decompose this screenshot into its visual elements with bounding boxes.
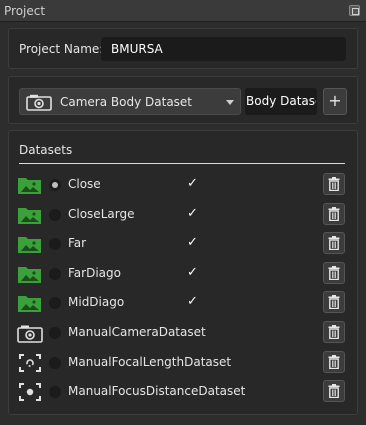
- dataset-enabled-check[interactable]: ✓: [187, 294, 198, 309]
- dataset-row[interactable]: ManualCameraDataset: [9, 318, 357, 348]
- dataset-name: ManualFocusDistanceDataset: [68, 384, 246, 399]
- camera-icon: [26, 94, 52, 114]
- delete-dataset-button[interactable]: [323, 173, 345, 195]
- dataset-name: MidDiago: [68, 295, 125, 310]
- dataset-row[interactable]: Far ✓: [9, 229, 357, 259]
- dataset-selector-panel: Camera Body Dataset Body Dataset +: [8, 76, 358, 124]
- dataset-name: Close: [68, 177, 101, 191]
- focus-target-icon: [17, 382, 43, 402]
- folder-image-icon: [17, 264, 43, 284]
- delete-dataset-button[interactable]: [323, 350, 345, 373]
- dataset-active-radio[interactable]: [49, 208, 61, 221]
- camera-icon: [17, 323, 43, 343]
- project-name-panel: Project Name: BMURSA: [8, 28, 358, 69]
- delete-dataset-button[interactable]: [323, 321, 345, 343]
- dataset-dropdown[interactable]: Camera Body Dataset: [19, 88, 241, 115]
- dataset-row[interactable]: FarDiago ✓: [9, 259, 357, 289]
- datasets-divider: [19, 163, 345, 164]
- datasets-header: Datasets: [19, 143, 73, 157]
- folder-image-icon: [17, 293, 43, 313]
- window-titlebar: Project: [0, 0, 366, 22]
- dataset-row[interactable]: ManualFocusDistanceDataset: [9, 377, 357, 407]
- dataset-active-radio[interactable]: [49, 267, 61, 280]
- dataset-active-radio[interactable]: [49, 297, 61, 310]
- dataset-name: ManualFocalLengthDataset: [68, 354, 232, 369]
- dataset-name: FarDiago: [68, 265, 121, 280]
- dataset-active-radio[interactable]: [49, 356, 61, 369]
- dataset-active-radio[interactable]: [49, 386, 61, 399]
- dataset-active-radio[interactable]: [49, 179, 61, 191]
- dataset-enabled-check[interactable]: ✓: [187, 176, 198, 191]
- folder-image-icon: [17, 205, 43, 225]
- folder-image-icon: [17, 234, 43, 254]
- dataset-enabled-check[interactable]: ✓: [187, 265, 198, 280]
- dataset-row[interactable]: MidDiago ✓: [9, 288, 357, 318]
- dataset-row[interactable]: Close ✓: [9, 170, 357, 200]
- delete-dataset-button[interactable]: [323, 291, 345, 314]
- add-dataset-button[interactable]: +: [323, 88, 347, 115]
- project-name-input[interactable]: BMURSA: [101, 37, 346, 61]
- undock-icon[interactable]: [349, 5, 360, 16]
- delete-dataset-button[interactable]: [323, 232, 345, 255]
- dataset-dropdown-value: Camera Body Dataset: [60, 95, 193, 109]
- delete-dataset-button[interactable]: [323, 380, 345, 403]
- dataset-active-radio[interactable]: [49, 327, 61, 339]
- dataset-row[interactable]: ManualFocalLengthDataset: [9, 348, 357, 378]
- delete-dataset-button[interactable]: [323, 202, 345, 225]
- dataset-enabled-check[interactable]: ✓: [187, 235, 198, 250]
- window-title: Project: [4, 4, 46, 18]
- folder-image-icon: [17, 175, 43, 195]
- delete-dataset-button[interactable]: [323, 261, 345, 284]
- dataset-row[interactable]: CloseLarge ✓: [9, 200, 357, 230]
- dataset-name: Far: [68, 236, 87, 251]
- datasets-panel: Datasets Close ✓ CloseLarge ✓ Far ✓ FarDiago ✓ M…: [8, 130, 358, 415]
- dataset-name: CloseLarge: [68, 206, 135, 221]
- body-dataset-button[interactable]: Body Dataset: [245, 88, 317, 115]
- dataset-enabled-check[interactable]: ✓: [187, 206, 198, 221]
- focus-frame-icon: [17, 353, 43, 373]
- chevron-down-icon: [226, 100, 234, 105]
- project-name-label: Project Name:: [19, 42, 104, 56]
- dataset-name: ManualCameraDataset: [68, 325, 206, 339]
- dataset-active-radio[interactable]: [49, 238, 61, 251]
